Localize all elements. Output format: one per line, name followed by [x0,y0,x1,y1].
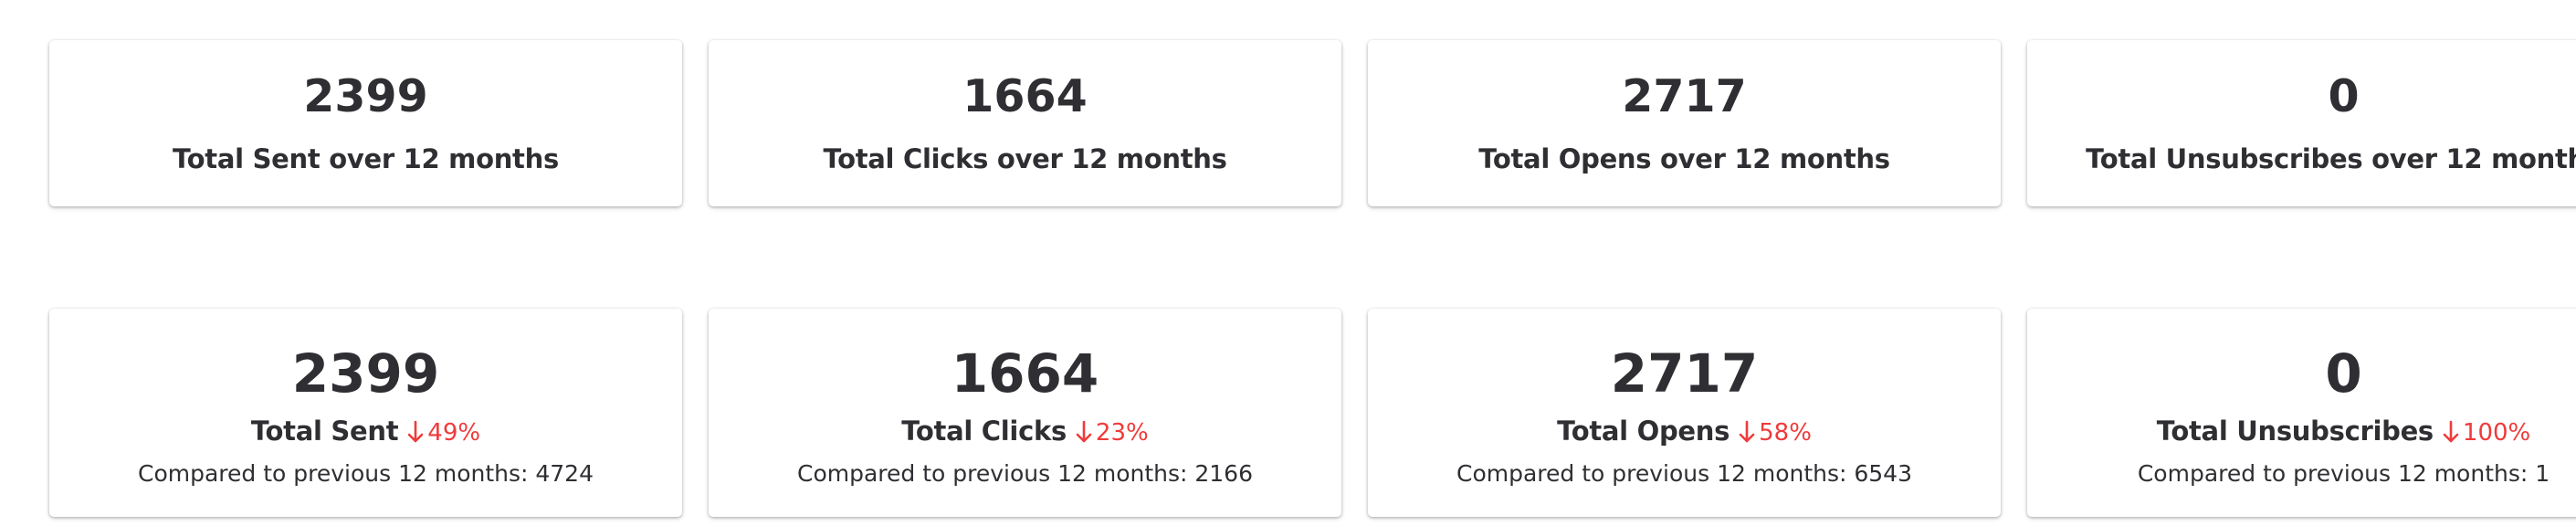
comparison-text: Compared to previous 12 months: 4724 [137,460,594,487]
stat-label: Total Unsubscribes over 12 months [2086,143,2576,174]
stat-label: Total Sent [250,416,399,447]
stat-value: 2717 [1622,70,1747,122]
stat-label: Total Clicks [901,416,1067,447]
stat-card-total-sent: 2399 Total Sent over 12 months [49,40,682,206]
stat-label: Total Opens [1557,416,1730,447]
stat-value: 2399 [291,342,440,405]
stat-label-line: Total Opens 58% [1368,415,2001,452]
arrow-down-icon [2443,420,2459,443]
change-percent: 49% [427,419,481,447]
comparison-row: 2399 Total Sent 49% Compared to previous … [0,305,2576,526]
stat-label: Total Unsubscribes [2156,416,2434,447]
stat-value: 2399 [303,70,428,122]
stat-value: 1664 [962,70,1088,122]
stat-card-total-clicks: 1664 Total Clicks over 12 months [709,40,1341,206]
stat-value: 0 [2325,342,2362,405]
summary-row: 2399 Total Sent over 12 months 1664 Tota… [0,37,2576,216]
stat-value: 0 [2328,70,2360,122]
stat-label-line: Total Sent 49% [49,415,682,452]
stat-value: 1664 [951,342,1099,405]
arrow-down-icon [1739,420,1755,443]
change-percent: 100% [2462,419,2531,447]
stat-label-line: Total Clicks 23% [709,415,1341,452]
arrow-down-icon [407,420,424,443]
stat-label: Total Sent over 12 months [173,143,559,174]
stat-card-total-opens: 2717 Total Opens over 12 months [1368,40,2001,206]
stat-label-line: Total Unsubscribes 100% [2027,415,2576,452]
comparison-card-total-sent: 2399 Total Sent 49% Compared to previous … [49,309,682,517]
stat-value: 2717 [1610,342,1759,405]
change-indicator: 58% [1739,416,1812,449]
arrow-down-icon [1076,420,1092,443]
comparison-text: Compared to previous 12 months: 1 [2137,460,2550,487]
stat-label: Total Opens over 12 months [1478,143,1890,174]
stat-label: Total Clicks over 12 months [823,143,1227,174]
comparison-text: Compared to previous 12 months: 6543 [1456,460,1912,487]
change-indicator: 49% [407,416,480,449]
comparison-card-total-opens: 2717 Total Opens 58% Compared to previous… [1368,309,2001,517]
comparison-text: Compared to previous 12 months: 2166 [796,460,1253,487]
comparison-card-total-unsubscribes: 0 Total Unsubscribes 100% Compared to pre… [2027,309,2576,517]
change-indicator: 100% [2443,416,2530,449]
stat-card-total-unsubscribes: 0 Total Unsubscribes over 12 months [2027,40,2576,206]
change-indicator: 23% [1076,416,1149,449]
change-percent: 58% [1759,419,1812,447]
comparison-card-total-clicks: 1664 Total Clicks 23% Compared to previou… [709,309,1341,517]
change-percent: 23% [1095,419,1149,447]
